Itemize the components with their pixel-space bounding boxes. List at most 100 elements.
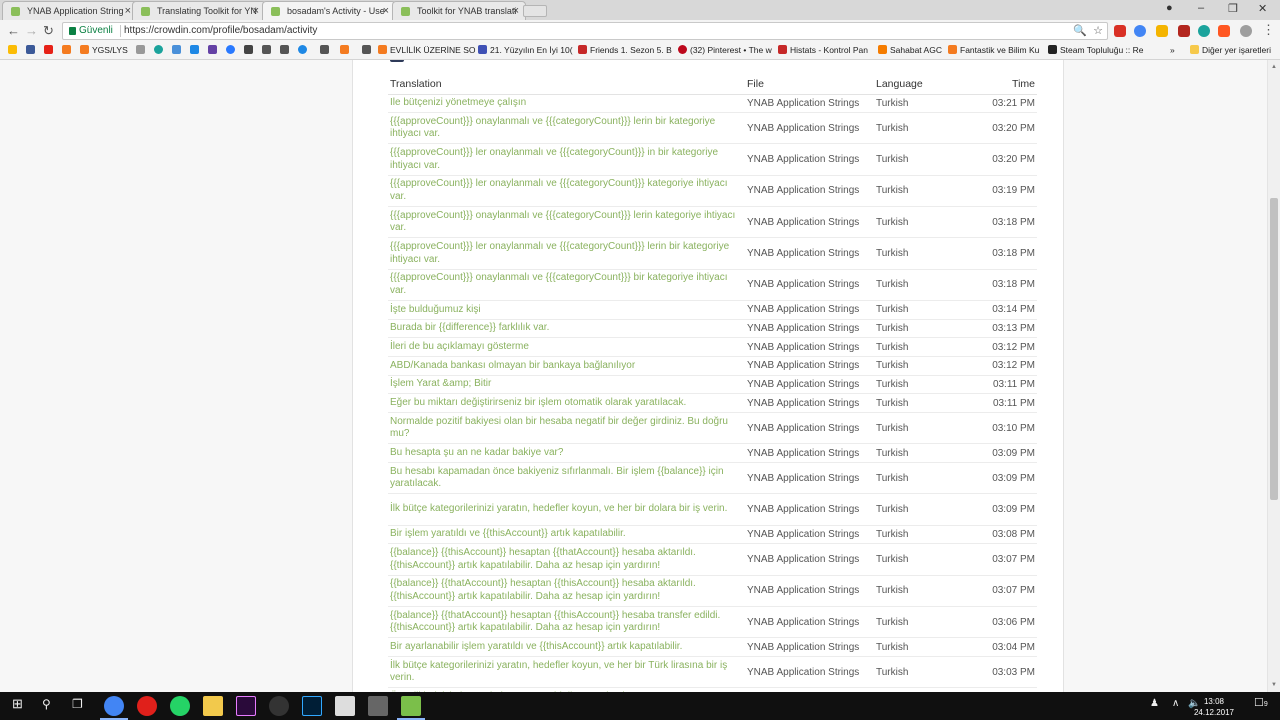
notification-center-icon[interactable]: ☐9: [1254, 696, 1268, 709]
bookmark-icon[interactable]: [8, 45, 20, 55]
other-bookmarks-folder[interactable]: Diğer yer işaretleri: [1190, 45, 1271, 55]
restore-window-icon[interactable]: ❐: [1228, 2, 1238, 15]
extension-icon[interactable]: [1218, 25, 1230, 37]
bookmark-icon[interactable]: [154, 45, 166, 55]
translation-link[interactable]: {{{approveCount}}} ler onaylanmalı ve {{…: [388, 237, 745, 270]
windows-start-icon[interactable]: ⊞: [12, 696, 23, 712]
opera-taskbar-icon[interactable]: [137, 696, 157, 716]
photoshop-taskbar-icon[interactable]: [302, 696, 322, 716]
extension-icon[interactable]: [1178, 25, 1190, 37]
whatsapp-taskbar-icon[interactable]: [170, 696, 190, 716]
steam-taskbar-icon[interactable]: [269, 696, 289, 716]
scroll-down-icon[interactable]: ▼: [1271, 682, 1277, 688]
back-icon[interactable]: ←: [7, 23, 20, 38]
translation-link[interactable]: {{balance}} {{thisAccount}} hesaptan {{t…: [388, 543, 745, 576]
translation-link[interactable]: İleri de bu açıklamayı gösterme: [388, 337, 745, 358]
minimize-window-icon[interactable]: –: [1198, 2, 1204, 14]
extension-icon[interactable]: [1114, 25, 1126, 37]
translation-link[interactable]: İşlem Yarat &amp; Bitir: [388, 375, 745, 395]
scroll-up-icon[interactable]: ▲: [1271, 64, 1277, 70]
zoom-icon[interactable]: 🔍 ☆: [1073, 23, 1103, 39]
bookmark-icon[interactable]: [340, 45, 352, 55]
browser-tab-4[interactable]: Toolkit for YNAB translati ×: [392, 1, 526, 20]
bookmark-pinterest[interactable]: (32) Pinterest • The w: [678, 45, 772, 55]
menu-icon[interactable]: ⋮: [1262, 22, 1275, 38]
bookmark-21-yuzyil[interactable]: 21. Yüzyılın En İyi 10(: [478, 45, 573, 55]
bookmark-icon[interactable]: [280, 45, 292, 55]
translation-link[interactable]: {{{approveCount}}} onaylanmalı ve {{{cat…: [388, 112, 745, 145]
translation-link[interactable]: {{{approveCount}}} onaylanmalı ve {{{cat…: [388, 206, 745, 239]
reload-icon[interactable]: ↻: [43, 23, 54, 39]
bookmark-icon[interactable]: [320, 45, 332, 55]
close-tab-icon[interactable]: ×: [253, 5, 259, 17]
twitch-icon[interactable]: [208, 45, 220, 55]
tray-chevron-icon[interactable]: ∧: [1172, 698, 1179, 709]
url-text[interactable]: https://crowdin.com/profile/bosadam/acti…: [124, 23, 317, 39]
translation-link[interactable]: {{{approveCount}}} onaylanmalı ve {{{cat…: [388, 269, 745, 301]
extension-icon[interactable]: [1240, 25, 1252, 37]
translation-link[interactable]: İlk bütçe kategorilerinizi yaratın, hede…: [388, 493, 745, 526]
address-bar[interactable]: Güvenli https://crowdin.com/profile/bosa…: [62, 22, 1108, 40]
bookmark-evlilik[interactable]: EVLİLİK ÜZERİNE SO: [378, 45, 476, 55]
translation-link[interactable]: İşte bulduğumuz kişi: [388, 300, 745, 320]
translation-link[interactable]: Bir işlem yaratıldı ve {{thisAccount}} a…: [388, 525, 745, 545]
people-icon[interactable]: ♟: [1150, 698, 1159, 709]
close-tab-icon[interactable]: ×: [125, 5, 131, 17]
file-explorer-taskbar-icon[interactable]: [203, 696, 223, 716]
scrollbar-thumb[interactable]: [1270, 198, 1278, 500]
profile-icon[interactable]: ●: [1166, 2, 1173, 14]
browser-tab-1[interactable]: YNAB Application String ×: [2, 1, 138, 20]
browser-tab-2[interactable]: Translating Toolkit for YN ×: [132, 1, 266, 20]
bookmark-sahabat-agc[interactable]: Sahabat AGC: [878, 45, 942, 55]
translation-link[interactable]: ABD/Kanada bankası olmayan bir bankaya b…: [388, 356, 745, 376]
translation-link[interactable]: {{{approveCount}}} ler onaylanmalı ve {{…: [388, 143, 745, 176]
bookmark-steam[interactable]: Steam Topluluğu :: Re: [1048, 45, 1143, 55]
chrome-taskbar-icon[interactable]: [100, 696, 128, 720]
vertical-scrollbar[interactable]: ▲ ▼: [1267, 60, 1280, 692]
more-bookmarks-icon[interactable]: »: [1170, 45, 1175, 55]
close-tab-icon[interactable]: ×: [513, 5, 519, 17]
forward-icon[interactable]: →: [25, 23, 38, 38]
facebook-icon[interactable]: [26, 45, 38, 55]
bookmark-icon[interactable]: [226, 45, 238, 55]
translation-link[interactable]: {{{approveCount}}} ler onaylanmalı ve {{…: [388, 175, 745, 208]
translation-link[interactable]: Ile bütçenizi yönetmeye çalışın: [388, 94, 745, 114]
translation-link[interactable]: Normalde pozitif bakiyesi olan bir hesab…: [388, 412, 745, 445]
app-taskbar-icon[interactable]: [397, 696, 425, 720]
translation-link[interactable]: Bu hesabı kapamadan önce bakiyeniz sıfır…: [388, 462, 745, 495]
translation-link[interactable]: Bir ayarlanabilir işlem yaratıldı ve {{t…: [388, 637, 745, 657]
translation-link[interactable]: {{balance}} {{thatAccount}} hesaptan {{t…: [388, 575, 745, 607]
bookmark-ygs-lys[interactable]: YGS/LYS: [80, 45, 128, 55]
bookmark-icon[interactable]: [62, 45, 74, 55]
translation-link[interactable]: Bu hesapta şu an ne kadar bakiye var?: [388, 443, 745, 464]
youtube-icon[interactable]: [44, 45, 56, 55]
translation-link[interactable]: Eğer bu miktarı değiştirirseniz bir işle…: [388, 393, 745, 414]
crowdin-favicon-icon: [401, 7, 410, 16]
bookmark-friends[interactable]: Friends 1. Sezon 5. B: [578, 45, 672, 55]
browser-tab-3-active[interactable]: bosadam's Activity - Use ×: [262, 1, 396, 20]
extension-icon[interactable]: [1156, 25, 1168, 37]
bookmark-icon[interactable]: [298, 45, 310, 55]
bookmark-icon[interactable]: [136, 45, 148, 55]
bookmark-fantastik[interactable]: Fantastik ve Bilim Ku: [948, 45, 1039, 55]
translation-link[interactable]: {{balance}} {{thatAccount}} hesaptan {{t…: [388, 606, 745, 639]
calculator-taskbar-icon[interactable]: [368, 696, 388, 716]
taskbar-clock[interactable]: 13:08 24.12.2017: [1194, 696, 1234, 718]
translation-link[interactable]: İlk bütçe kategorilerinizi yaratın, hede…: [388, 656, 745, 689]
bookmark-icon[interactable]: [362, 45, 374, 55]
mail-taskbar-icon[interactable]: [335, 696, 355, 716]
search-icon[interactable]: ⚲: [42, 697, 51, 711]
bookmark-icon[interactable]: [244, 45, 256, 55]
bookmark-icon[interactable]: [172, 45, 184, 55]
translation-link[interactable]: Burada bir {{difference}} farklılık var.: [388, 319, 745, 339]
bookmark-histats[interactable]: Histats - Kontrol Pan: [778, 45, 868, 55]
close-window-icon[interactable]: ✕: [1258, 2, 1267, 15]
extension-icon[interactable]: [1134, 25, 1146, 37]
bookmark-icon[interactable]: [262, 45, 274, 55]
close-tab-icon[interactable]: ×: [383, 5, 389, 17]
task-view-icon[interactable]: ❐: [72, 697, 83, 711]
bookmark-icon[interactable]: [190, 45, 202, 55]
extension-icon[interactable]: [1198, 25, 1210, 37]
premiere-taskbar-icon[interactable]: [236, 696, 256, 716]
new-tab-button[interactable]: [523, 5, 547, 17]
